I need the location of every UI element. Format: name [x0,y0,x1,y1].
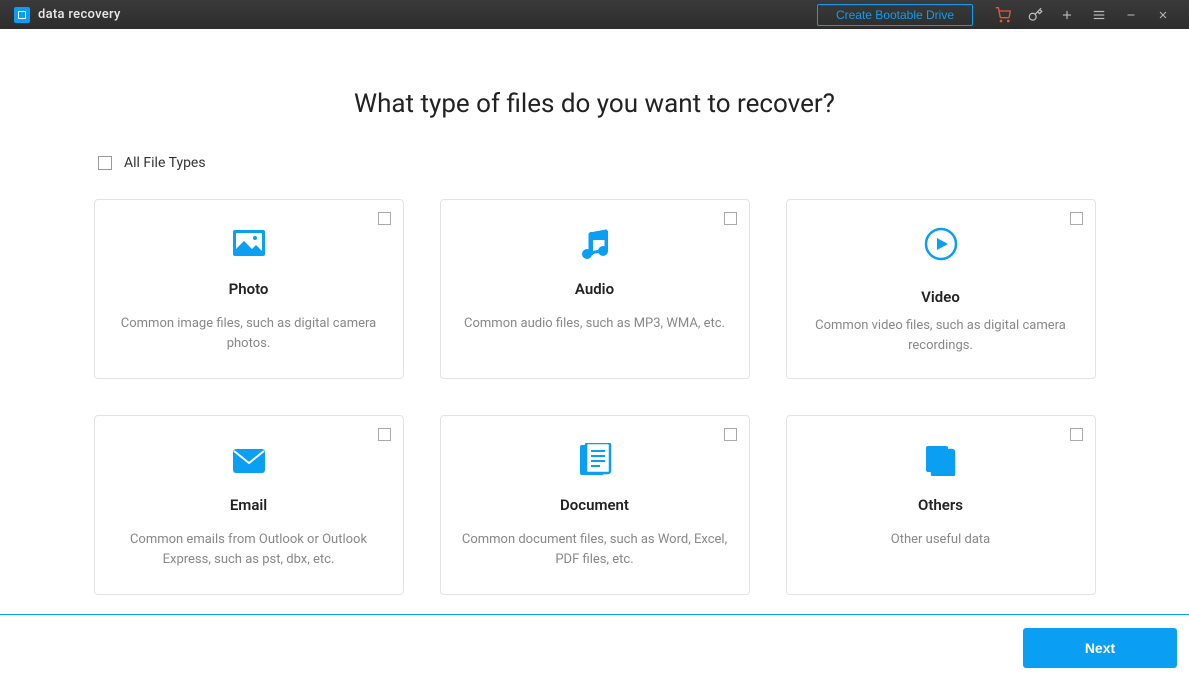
card-email-checkbox[interactable] [378,428,391,441]
card-video[interactable]: Video Common video files, such as digita… [786,199,1096,379]
card-others-checkbox[interactable] [1070,428,1083,441]
card-audio-desc: Common audio files, such as MP3, WMA, et… [464,314,725,334]
card-photo-desc: Common image files, such as digital came… [114,314,384,353]
files-icon [923,442,959,478]
card-photo[interactable]: Photo Common image files, such as digita… [94,199,404,379]
card-document-desc: Common document files, such as Word, Exc… [460,530,730,569]
card-others-desc: Other useful data [891,530,990,550]
minimize-icon[interactable] [1115,1,1147,29]
card-audio-checkbox[interactable] [724,212,737,225]
next-button[interactable]: Next [1023,628,1177,668]
video-icon [923,226,959,262]
card-audio-title: Audio [575,280,614,298]
card-email-title: Email [230,496,267,514]
card-video-desc: Common video files, such as digital came… [806,316,1076,355]
main-content: What type of files do you want to recove… [0,29,1189,595]
email-icon [231,442,267,478]
app-title: data recovery [38,7,121,22]
card-email-desc: Common emails from Outlook or Outlook Ex… [114,530,384,569]
all-file-types-row: All File Types [98,155,1189,171]
all-file-types-label: All File Types [124,155,206,171]
photo-icon [231,226,267,262]
card-document[interactable]: Document Common document files, such as … [440,415,750,595]
close-icon[interactable] [1147,1,1179,29]
card-video-checkbox[interactable] [1070,212,1083,225]
card-others-title: Others [918,496,963,514]
key-icon[interactable] [1019,1,1051,29]
card-photo-checkbox[interactable] [378,212,391,225]
document-icon [577,442,613,478]
bottom-bar: Next [0,614,1189,680]
card-audio[interactable]: Audio Common audio files, such as MP3, W… [440,199,750,379]
titlebar: data recovery Create Bootable Drive [0,0,1189,29]
app-logo-icon [14,7,30,23]
card-document-checkbox[interactable] [724,428,737,441]
titlebar-right: Create Bootable Drive [817,1,1179,29]
file-type-cards-grid: Photo Common image files, such as digita… [0,199,1189,595]
audio-icon [577,226,613,262]
card-video-title: Video [921,288,960,306]
menu-icon[interactable] [1083,1,1115,29]
plus-icon[interactable] [1051,1,1083,29]
titlebar-left: data recovery [14,7,121,23]
card-email[interactable]: Email Common emails from Outlook or Outl… [94,415,404,595]
card-others[interactable]: Others Other useful data [786,415,1096,595]
page-heading: What type of files do you want to recove… [0,89,1189,119]
all-file-types-checkbox[interactable] [98,156,112,170]
card-photo-title: Photo [229,280,269,298]
cart-icon[interactable] [987,1,1019,29]
create-bootable-drive-button[interactable]: Create Bootable Drive [817,4,973,26]
card-document-title: Document [560,496,629,514]
